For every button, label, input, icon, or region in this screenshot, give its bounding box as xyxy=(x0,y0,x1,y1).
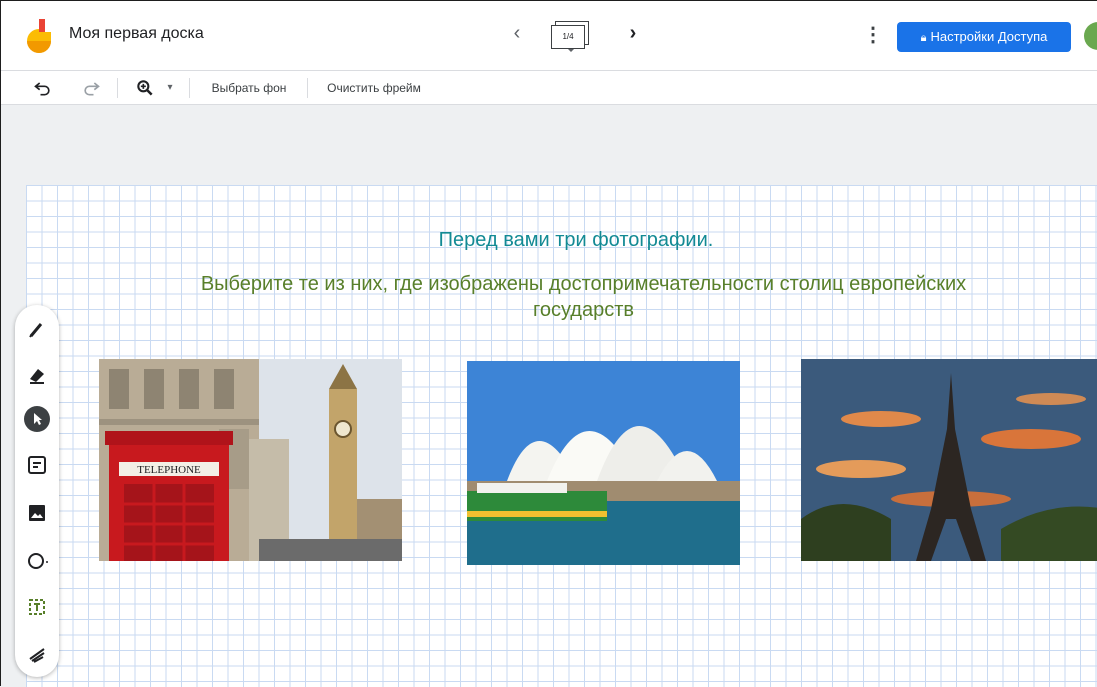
eraser-icon[interactable] xyxy=(23,361,51,389)
toolbar-divider xyxy=(189,78,190,98)
whiteboard-frame[interactable]: Перед вами три фотографии. Выберите те и… xyxy=(26,185,1097,687)
zoom-dropdown-icon[interactable]: ▾ xyxy=(163,76,177,100)
chevron-left-icon[interactable]: ‹ xyxy=(507,21,527,45)
toolbar-divider xyxy=(307,78,308,98)
share-button[interactable]: 🔒︎ Настройки Доступа xyxy=(897,22,1071,52)
more-vert-icon[interactable]: ⋮ xyxy=(863,23,883,47)
image-icon[interactable] xyxy=(23,499,51,527)
laser-icon[interactable] xyxy=(23,639,51,667)
sydney-opera-photo[interactable] xyxy=(467,361,740,565)
eiffel-tower-photo[interactable] xyxy=(801,359,1097,561)
select-icon[interactable] xyxy=(23,405,51,433)
avatar[interactable] xyxy=(1084,22,1097,50)
clear-frame-button[interactable]: Очистить фрейм xyxy=(317,76,431,100)
toolbar: ▾ Выбрать фон Очистить фрейм xyxy=(1,71,1097,105)
london-photo[interactable]: TELEPHONE xyxy=(99,359,402,561)
heading-line2: Выберите те из них, где изображены досто… xyxy=(200,273,967,321)
frame-counter[interactable]: 1/4 xyxy=(549,19,593,53)
jamboard-logo-icon[interactable] xyxy=(27,19,51,53)
circle-icon[interactable] xyxy=(23,547,51,575)
telephone-sign: TELEPHONE xyxy=(137,464,201,476)
text-box-icon[interactable] xyxy=(23,593,51,621)
canvas-area: Перед вами три фотографии. Выберите те и… xyxy=(1,105,1097,687)
lock-icon: 🔒︎ xyxy=(920,32,927,44)
toolbar-divider xyxy=(117,78,118,98)
tools-palette xyxy=(15,305,59,677)
board-title[interactable]: Моя первая доска xyxy=(69,25,204,43)
undo-icon[interactable] xyxy=(31,76,55,100)
app-header: Моя первая доска ‹ 1/4 › ⋮ 🔒︎ Настройки Д… xyxy=(1,1,1097,71)
redo-icon[interactable] xyxy=(79,76,103,100)
frame-counter-label: 1/4 xyxy=(551,25,585,49)
chevron-right-icon[interactable]: › xyxy=(623,21,643,45)
share-button-label: Настройки Доступа xyxy=(930,29,1048,44)
zoom-icon[interactable] xyxy=(133,76,157,100)
heading-line1: Перед вами три фотографии. xyxy=(438,229,714,251)
pen-icon[interactable] xyxy=(23,315,51,343)
chevron-down-icon xyxy=(568,49,574,52)
sticky-note-icon[interactable] xyxy=(23,451,51,479)
choose-background-button[interactable]: Выбрать фон xyxy=(201,76,297,100)
